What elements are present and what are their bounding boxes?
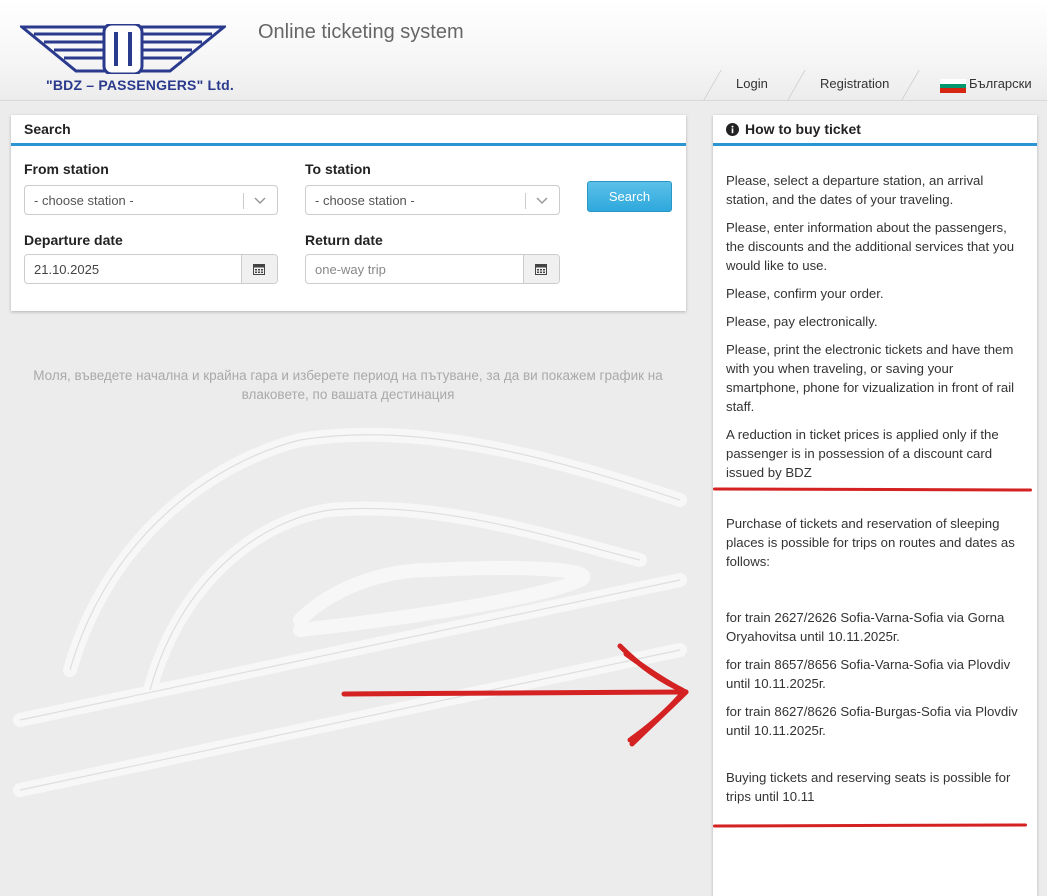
bdz-logo[interactable]	[20, 24, 226, 74]
chevron-down-icon	[536, 197, 548, 205]
select-divider	[525, 193, 526, 209]
how-to-buy-panel: How to buy ticket Please, select a depar…	[712, 115, 1037, 896]
departure-date-label: Departure date	[24, 232, 123, 248]
company-name: "BDZ – PASSENGERS" Ltd.	[46, 77, 234, 93]
search-panel-title: Search	[11, 115, 686, 146]
return-calendar-button[interactable]	[523, 255, 559, 283]
from-station-label: From station	[24, 161, 109, 177]
bulgarian-flag-icon[interactable]	[940, 79, 966, 93]
annotation-arrow-icon	[341, 643, 689, 747]
nav-divider	[901, 70, 920, 100]
select-divider	[243, 193, 244, 209]
search-button[interactable]: Search	[587, 181, 672, 212]
how-to-buy-title: How to buy ticket	[713, 115, 1037, 146]
top-nav: Login Registration Български	[700, 68, 1047, 100]
seats-note: Buying tickets and reserving seats is po…	[726, 770, 1011, 804]
info-step: Please, print the electronic tickets and…	[726, 342, 1015, 414]
info-icon	[726, 123, 739, 136]
departure-date-value: 21.10.2025	[34, 262, 100, 277]
info-step: Please, select a departure station, an a…	[726, 173, 984, 207]
calendar-icon	[253, 264, 265, 275]
language-link[interactable]: Български	[969, 68, 1032, 100]
train-availability: for train 2627/2626 Sofia-Varna-Sofia vi…	[726, 610, 1005, 644]
chevron-down-icon	[254, 197, 266, 205]
to-station-label: To station	[305, 161, 371, 177]
return-date-label: Return date	[305, 232, 383, 248]
from-station-select[interactable]: - choose station -	[24, 185, 278, 215]
login-link[interactable]: Login	[736, 68, 768, 100]
how-to-buy-title-text: How to buy ticket	[745, 121, 861, 137]
from-station-value: - choose station -	[34, 193, 134, 208]
return-date-placeholder: one-way trip	[315, 262, 386, 277]
app-title: Online ticketing system	[258, 21, 464, 43]
departure-calendar-button[interactable]	[241, 255, 277, 283]
nav-divider	[787, 70, 806, 100]
info-step: A reduction in ticket prices is applied …	[726, 427, 999, 480]
to-station-value: - choose station -	[315, 193, 415, 208]
purchase-intro: Purchase of tickets and reservation of s…	[726, 516, 1015, 569]
purchase-info: Purchase of tickets and reservation of s…	[726, 514, 1026, 844]
search-panel: Search From station - choose station - T…	[11, 115, 686, 311]
departure-date-input[interactable]: 21.10.2025	[24, 254, 278, 284]
return-date-input[interactable]: one-way trip	[305, 254, 560, 284]
registration-link[interactable]: Registration	[820, 68, 889, 100]
train-watermark-icon	[13, 427, 687, 797]
train-availability: for train 8627/8626 Sofia-Burgas-Sofia v…	[726, 704, 1018, 738]
search-hint-text: Моля, въведете начална и крайна гара и и…	[33, 368, 663, 402]
info-step: Please, enter information about the pass…	[726, 220, 1015, 273]
info-step: Please, confirm your order.	[726, 286, 884, 301]
train-availability: for train 8657/8656 Sofia-Varna-Sofia vi…	[726, 657, 1011, 691]
info-step: Please, pay electronically.	[726, 314, 878, 329]
calendar-icon	[535, 264, 547, 275]
page-header: "BDZ – PASSENGERS" Ltd. Online ticketing…	[0, 0, 1047, 101]
how-to-buy-steps: Please, select a departure station, an a…	[726, 171, 1026, 491]
to-station-select[interactable]: - choose station -	[305, 185, 560, 215]
nav-divider	[703, 70, 722, 100]
